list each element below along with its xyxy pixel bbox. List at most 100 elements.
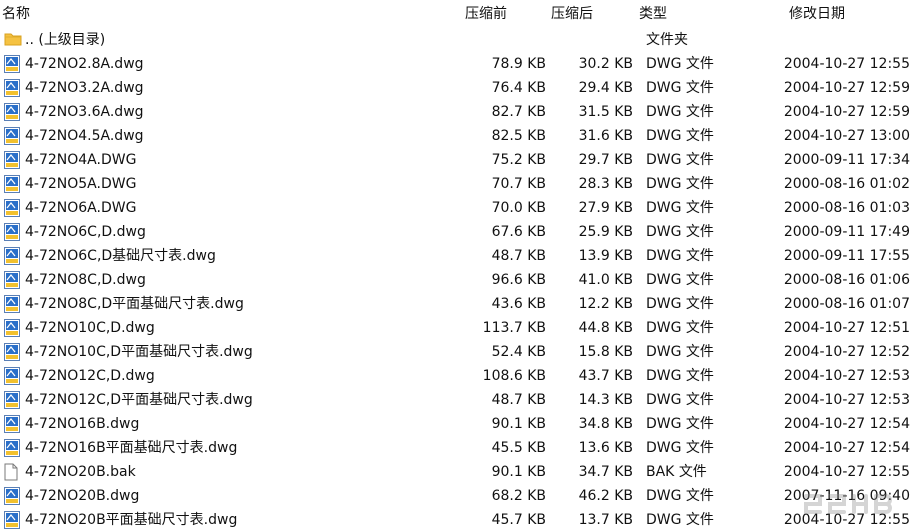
dwg-file-icon (4, 271, 20, 289)
file-row[interactable]: 4-72NO6C,D.dwg 67.6 KB 25.9 KB DWG 文件 2000-0… (0, 220, 920, 244)
file-row[interactable]: 4-72NO12C,D平面基础尺寸表.dwg 48.7 KB 14.3 KB DWG … (0, 388, 920, 412)
column-header-modified[interactable]: 修改日期 (789, 5, 845, 23)
file-row[interactable]: 4-72NO20B.dwg 68.2 KB 46.2 KB DWG 文件 2007-11… (0, 484, 920, 508)
file-row[interactable]: 4-72NO10C,D.dwg 113.7 KB 44.8 KB DWG 文件 2004… (0, 316, 920, 340)
file-row[interactable]: 4-72NO8C,D.dwg 96.6 KB 41.0 KB DWG 文件 2000-0… (0, 268, 920, 292)
file-type: DWG 文件 (646, 248, 714, 264)
compressed-size: 46.2 KB (578, 488, 633, 504)
file-row[interactable]: 4-72NO6A.DWG 70.0 KB 27.9 KB DWG 文件 2000-08-… (0, 196, 920, 220)
modified-date: 2004-10-27 12:52 (783, 344, 910, 360)
file-row[interactable]: 4-72NO16B.dwg 90.1 KB 34.8 KB DWG 文件 2004-10… (0, 412, 920, 436)
file-name: 4-72NO4.5A.dwg (25, 128, 144, 144)
dwg-file-icon (4, 151, 20, 169)
compressed-size: 44.8 KB (578, 320, 633, 336)
column-header-name[interactable]: 名称 (2, 5, 30, 23)
file-row[interactable]: 4-72NO3.6A.dwg 82.7 KB 31.5 KB DWG 文件 2004-1… (0, 100, 920, 124)
dwg-file-icon (4, 223, 20, 241)
file-row[interactable]: 4-72NO16B平面基础尺寸表.dwg 45.5 KB 13.6 KB DWG 文件… (0, 436, 920, 460)
file-size: 48.7 KB (491, 248, 546, 264)
dwg-file-icon (4, 439, 20, 457)
modified-date: 2004-10-27 12:51 (783, 320, 910, 336)
file-name: 4-72NO10C,D.dwg (25, 320, 155, 336)
file-row[interactable]: 4-72NO4.5A.dwg 82.5 KB 31.6 KB DWG 文件 2004-1… (0, 124, 920, 148)
dwg-file-icon (4, 319, 20, 337)
file-type: DWG 文件 (646, 224, 714, 240)
file-name: 4-72NO6A.DWG (25, 200, 137, 216)
file-size: 43.6 KB (491, 296, 546, 312)
file-type: DWG 文件 (646, 416, 714, 432)
file-name: 4-72NO8C,D.dwg (25, 272, 146, 288)
file-row[interactable]: 4-72NO10C,D平面基础尺寸表.dwg 52.4 KB 15.8 KB DWG … (0, 340, 920, 364)
dwg-file-icon (4, 415, 20, 433)
file-type: DWG 文件 (646, 344, 714, 360)
file-size: 45.7 KB (491, 512, 546, 528)
modified-date: 2004-10-27 12:53 (783, 368, 910, 384)
modified-date: 2000-09-11 17:49 (783, 224, 910, 240)
file-size: 68.2 KB (491, 488, 546, 504)
blank-file-icon (4, 463, 20, 481)
column-header-type[interactable]: 类型 (639, 5, 667, 23)
file-row[interactable]: 4-72NO3.2A.dwg 76.4 KB 29.4 KB DWG 文件 2004-1… (0, 76, 920, 100)
file-row[interactable]: 4-72NO20B.bak 90.1 KB 34.7 KB BAK 文件 2004-10… (0, 460, 920, 484)
modified-date: 2004-10-27 12:54 (783, 440, 910, 456)
modified-date: 2000-08-16 01:02 (783, 176, 910, 192)
file-row[interactable]: 4-72NO20B平面基础尺寸表.dwg 45.7 KB 13.7 KB DWG 文件… (0, 508, 920, 532)
modified-date: 2004-10-27 13:00 (783, 128, 910, 144)
file-list: .. (上级目录) 文件夹 4-72NO2.8A.dwg 78.9 KB 30.2 KB… (0, 28, 920, 532)
file-name: 4-72NO2.8A.dwg (25, 56, 144, 72)
compressed-size: 13.6 KB (578, 440, 633, 456)
column-header-size[interactable]: 压缩前 (465, 5, 507, 23)
compressed-size: 31.5 KB (578, 104, 633, 120)
modified-date: 2004-10-27 12:59 (783, 104, 910, 120)
file-size: 76.4 KB (491, 80, 546, 96)
file-name: 4-72NO20B.dwg (25, 488, 140, 504)
modified-date: 2004-10-27 12:54 (783, 416, 910, 432)
file-type: DWG 文件 (646, 440, 714, 456)
file-name: 4-72NO3.6A.dwg (25, 104, 144, 120)
file-type: DWG 文件 (646, 200, 714, 216)
compressed-size: 30.2 KB (578, 56, 633, 72)
file-type: DWG 文件 (646, 176, 714, 192)
file-name: 4-72NO4A.DWG (25, 152, 137, 168)
dwg-file-icon (4, 511, 20, 529)
file-size: 48.7 KB (491, 392, 546, 408)
file-row[interactable]: 4-72NO8C,D平面基础尺寸表.dwg 43.6 KB 12.2 KB DWG 文… (0, 292, 920, 316)
file-size: 82.5 KB (491, 128, 546, 144)
file-type: DWG 文件 (646, 272, 714, 288)
column-header-compressed[interactable]: 压缩后 (551, 5, 593, 23)
modified-date: 2000-09-11 17:34 (783, 152, 910, 168)
modified-date: 2004-10-27 12:55 (783, 512, 910, 528)
file-size: 108.6 KB (482, 368, 546, 384)
dwg-file-icon (4, 367, 20, 385)
dwg-file-icon (4, 103, 20, 121)
modified-date: 2004-10-27 12:59 (783, 80, 910, 96)
file-name: 4-72NO20B平面基础尺寸表.dwg (25, 512, 238, 528)
compressed-size: 13.9 KB (578, 248, 633, 264)
modified-date: 2004-10-27 12:55 (783, 464, 910, 480)
compressed-size: 14.3 KB (578, 392, 633, 408)
file-row[interactable]: 4-72NO4A.DWG 75.2 KB 29.7 KB DWG 文件 2000-09-… (0, 148, 920, 172)
compressed-size: 29.7 KB (578, 152, 633, 168)
file-name: 4-72NO6C,D基础尺寸表.dwg (25, 248, 216, 264)
file-name: 4-72NO16B平面基础尺寸表.dwg (25, 440, 238, 456)
compressed-size: 28.3 KB (578, 176, 633, 192)
file-size: 90.1 KB (491, 416, 546, 432)
file-name: 4-72NO12C,D平面基础尺寸表.dwg (25, 392, 253, 408)
file-row[interactable]: 4-72NO6C,D基础尺寸表.dwg 48.7 KB 13.9 KB DWG 文件 2… (0, 244, 920, 268)
modified-date: 2007-11-16 09:40 (783, 488, 910, 504)
compressed-size: 13.7 KB (578, 512, 633, 528)
compressed-size: 34.8 KB (578, 416, 633, 432)
file-name: .. (上级目录) (25, 32, 106, 48)
dwg-file-icon (4, 391, 20, 409)
file-size: 45.5 KB (491, 440, 546, 456)
file-row[interactable]: 4-72NO12C,D.dwg 108.6 KB 43.7 KB DWG 文件 2004… (0, 364, 920, 388)
file-row[interactable]: 4-72NO5A.DWG 70.7 KB 28.3 KB DWG 文件 2000-08-… (0, 172, 920, 196)
parent-directory-row[interactable]: .. (上级目录) 文件夹 (0, 28, 920, 52)
dwg-file-icon (4, 79, 20, 97)
modified-date: 2000-08-16 01:03 (783, 200, 910, 216)
file-size: 96.6 KB (491, 272, 546, 288)
file-row[interactable]: 4-72NO2.8A.dwg 78.9 KB 30.2 KB DWG 文件 2004-1… (0, 52, 920, 76)
compressed-size: 43.7 KB (578, 368, 633, 384)
file-name: 4-72NO5A.DWG (25, 176, 137, 192)
file-type: DWG 文件 (646, 320, 714, 336)
